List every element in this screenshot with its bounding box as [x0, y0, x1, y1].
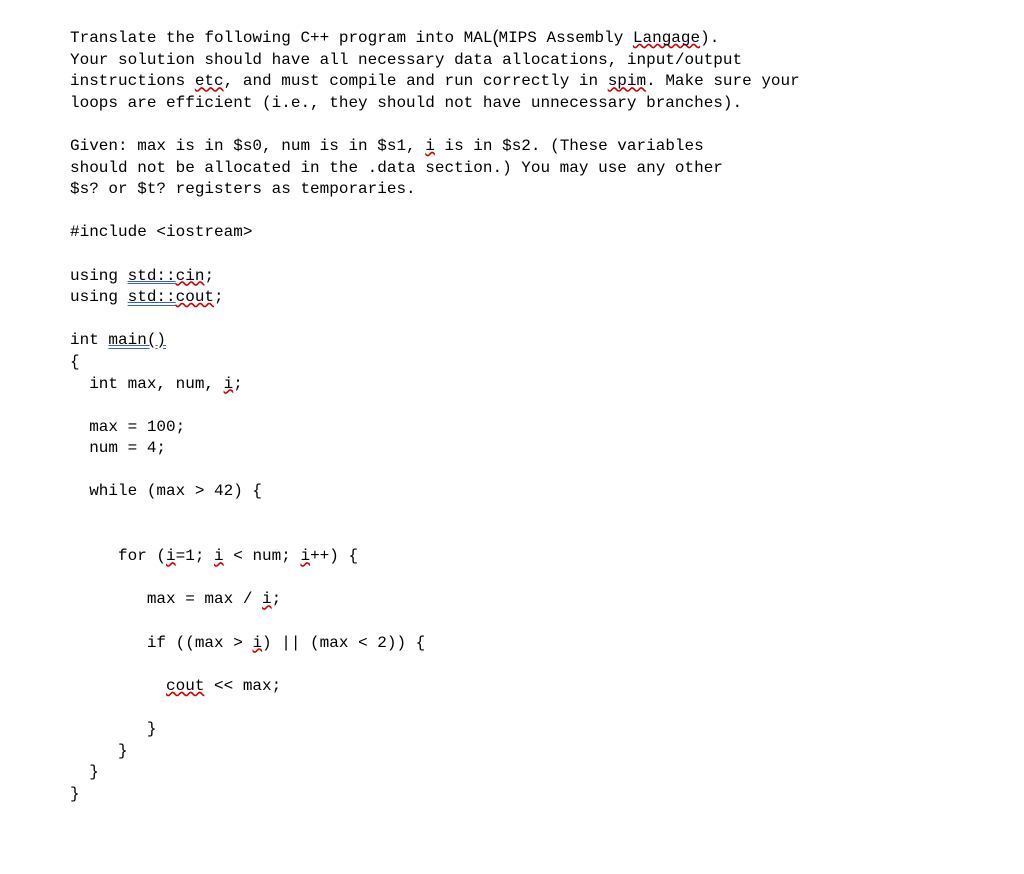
code-while: while (max > 42) {: [70, 482, 262, 500]
code-if: if ((max > i) || (max < 2)) {: [70, 634, 425, 652]
given-2: should not be allocated in the .data sec…: [70, 159, 723, 177]
code-vars: int max, num, i;: [70, 375, 243, 393]
code-close2: }: [70, 742, 128, 760]
code-cout: cout << max;: [70, 677, 281, 695]
line-1: Translate the following C++ program into…: [70, 29, 719, 47]
code-div: max = max / i;: [70, 590, 281, 608]
line-3: instructions etc, and must compile and r…: [70, 72, 800, 90]
code-close1: }: [70, 720, 156, 738]
code-for: for (i=1; i < num; i++) {: [70, 547, 358, 565]
code-using-cin: using std::cin;: [70, 267, 214, 285]
code-brace-open: {: [70, 353, 80, 371]
given-1: Given: max is in $s0, num is in $s1, i i…: [70, 137, 704, 155]
document-page: Translate the following C++ program into…: [0, 0, 1024, 805]
code-include: #include <iostream>: [70, 223, 252, 241]
given-3: $s? or $t? registers as temporaries.: [70, 180, 416, 198]
line-2: Your solution should have all necessary …: [70, 51, 742, 69]
code-using-cout: using std::cout;: [70, 288, 224, 306]
code-num: num = 4;: [70, 439, 166, 457]
code-max: max = 100;: [70, 418, 185, 436]
line-4: loops are efficient (i.e., they should n…: [70, 94, 742, 112]
code-close4: }: [70, 785, 80, 803]
code-main-decl: int main(): [70, 331, 166, 349]
code-close3: }: [70, 763, 99, 781]
